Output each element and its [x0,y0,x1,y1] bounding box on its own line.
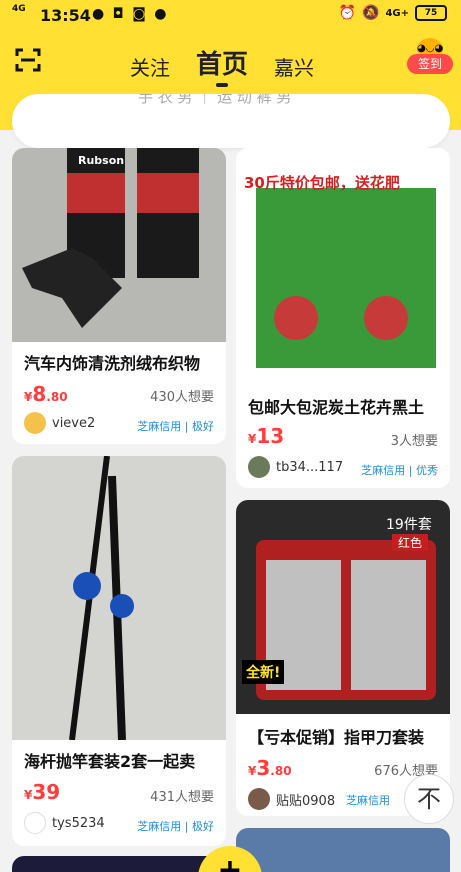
tab-location[interactable]: 嘉兴 [274,52,314,81]
product-price: ¥8.80 [24,382,68,406]
search-bar[interactable]: 手 衣 男 ｜ 运 动 裤 男 [12,94,450,148]
scan-icon[interactable] [14,46,42,74]
image-color-badge: 红色 [392,534,429,551]
product-title: 【亏本促销】指甲刀套装 [248,728,425,747]
image-sticker: 全新! [242,660,285,684]
seller-name: 贴贴0908 [276,793,336,809]
product-title: 海杆抛竿套装2套一起卖 [24,752,196,771]
notification-icons: ● ◘ ◙ ● [92,6,169,22]
search-placeholder: 手 衣 男 ｜ 运 动 裤 男 [138,94,292,106]
avatar [24,812,46,834]
top-tabs: 关注 首页 嘉兴 [130,44,314,87]
product-price: ¥3.80 [248,756,292,780]
want-count: 431人想要 [150,790,214,805]
want-count: 430人想要 [150,390,214,405]
avatar [24,412,46,434]
seller-info[interactable]: 贴贴0908 [248,788,335,810]
seller-info[interactable]: tys5234 [24,812,105,834]
avatar [248,456,270,478]
clock: 13:54 [40,6,91,25]
mute-icon: 🔕 [362,5,380,21]
checkin-button[interactable]: ◕◡◕ 签到 [407,38,453,74]
signal-indicator: 4G [12,4,26,14]
credit-badge: 芝麻信用 | 极好 [137,420,214,433]
product-title: 包邮大包泥炭土花卉黑土 [248,398,425,417]
credit-badge: 芝麻信用 | 优秀 [361,464,438,477]
credit-badge: 芝麻信用 | 极好 [137,820,214,833]
status-bar: 4G 13:54 ● ◘ ◙ ● ⏰ 🔕 4G+ 75 [0,0,461,32]
status-right: ⏰ 🔕 4G+ 75 [339,5,447,21]
seller-info[interactable]: vieve2 [24,412,95,434]
image-count-text: 19件套 [386,517,432,533]
network-indicator: 4G+ [385,7,409,19]
product-card[interactable]: 30斤特价包邮，送花肥 包邮大包泥炭土花卉黑土 ¥13 3人想要 tb34...… [236,148,450,488]
product-image [12,456,226,740]
want-count: 3人想要 [390,434,438,449]
seller-name: vieve2 [52,415,96,431]
product-card[interactable]: 海杆抛竿套装2套一起卖 ¥39 431人想要 tys5234 芝麻信用 | 极好 [12,456,226,846]
image-promo-text: 30斤特价包邮，送花肥 [244,174,400,192]
checkin-label: 签到 [407,54,453,74]
alarm-icon: ⏰ [338,5,357,21]
product-image [12,148,226,342]
product-card[interactable]: 19件套 红色 全新! 【亏本促销】指甲刀套装 ¥3.80 676人想要 贴贴0… [236,500,450,816]
credit-badge: 芝麻信用 [346,794,390,807]
seller-info[interactable]: tb34...117 [248,456,343,478]
product-card[interactable] [236,828,450,872]
image-brand-text: Rubson [78,154,125,167]
back-to-top-button[interactable]: 不 [404,774,454,824]
seller-name: tys5234 [52,815,105,831]
tab-home[interactable]: 首页 [196,44,248,87]
product-price: ¥39 [24,780,61,804]
avatar [248,788,270,810]
tab-follow[interactable]: 关注 [130,52,170,81]
battery-icon: 75 [415,5,447,21]
seller-name: tb34...117 [276,459,344,475]
product-card[interactable]: Rubson 汽车内饰清洗剂绒布织物 ¥8.80 430人想要 vieve2 芝… [12,148,226,444]
product-price: ¥13 [248,424,285,448]
product-title: 汽车内饰清洗剂绒布织物 [24,354,201,373]
product-card[interactable] [12,856,226,872]
